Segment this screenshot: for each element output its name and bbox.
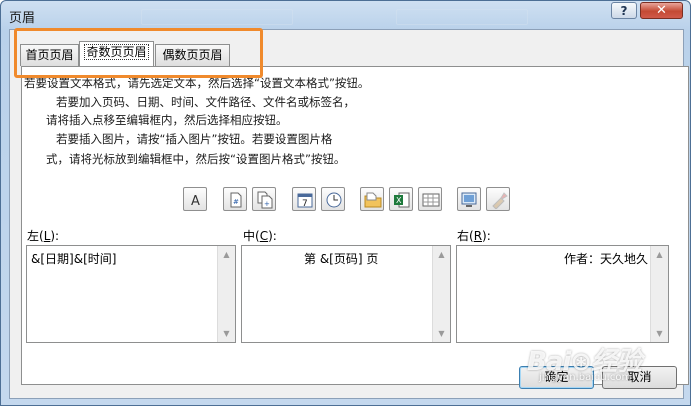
svg-text:+: + [264,200,270,208]
svg-text:7: 7 [302,199,308,209]
scroll-up-arrow[interactable]: ▲ [651,246,668,263]
insert-page-number-button[interactable]: # [223,187,247,211]
help-button[interactable]: ? [611,2,637,19]
instruction-line: 若要设置文本格式，请先选定文本，然后选择“设置文本格式”按钮。 [24,76,370,90]
title-bar: 页眉 ? ✕ [1,1,691,29]
close-button[interactable]: ✕ [640,2,683,19]
insert-file-name-icon: X [394,192,410,208]
right-section-editbox[interactable]: 作者：天久地久 ▲ ▼ [456,245,669,343]
insert-file-path-icon [364,192,382,208]
insert-time-icon [326,192,342,208]
tab-first-page-header[interactable]: 首页页眉 [20,44,79,66]
right-section-label: 右(R): [457,229,491,243]
instruction-line: 式，请将光标放到编辑框中，然后按“设置图片格式”按钮。 [46,152,346,166]
format-text-button[interactable]: A [183,187,207,211]
tab-label: 首页页眉 [25,48,74,62]
insert-page-count-button[interactable]: + [252,187,276,211]
svg-text:A: A [191,194,200,209]
format-text-icon: A [191,194,200,209]
insert-sheet-name-button[interactable] [418,187,442,211]
tab-odd-page-header[interactable]: 奇数页页眉 [79,41,154,66]
right-section-text: 作者：天久地久 [563,252,648,266]
format-picture-icon [492,192,508,209]
insert-sheet-name-icon [422,193,440,207]
format-picture-button[interactable] [486,187,510,211]
insert-page-number-icon: # [230,192,242,208]
insert-picture-button[interactable] [457,187,481,211]
insert-date-icon: 7 [297,193,313,209]
baidu-watermark-url: jingyan.baidu.com [539,372,632,383]
background-ghost [141,9,293,25]
scroll-down-arrow[interactable]: ▼ [218,325,235,342]
left-scrollbar[interactable]: ▲ ▼ [217,246,235,342]
window-title: 页眉 [9,11,36,26]
svg-text:#: # [233,198,239,206]
insert-file-path-button[interactable] [360,187,384,211]
insert-page-count-icon: + [257,191,273,209]
insert-date-button[interactable]: 7 [292,187,316,211]
tab-even-page-header[interactable]: 偶数页页眉 [155,44,230,66]
tab-label: 奇数页页眉 [84,44,149,60]
insert-file-name-button[interactable]: X [389,187,413,211]
right-scrollbar[interactable]: ▲ ▼ [650,246,668,342]
center-scrollbar[interactable]: ▲ ▼ [432,246,450,342]
insert-time-button[interactable] [321,187,345,211]
instruction-line: 请将插入点移至编辑框内，然后选择相应按钮。 [46,113,288,127]
scroll-down-arrow[interactable]: ▼ [433,325,450,342]
left-section-editbox[interactable]: &[日期]&[时间] ▲ ▼ [26,245,236,343]
tab-label: 偶数页页眉 [162,48,223,62]
left-section-text: &[日期]&[时间] [31,252,117,266]
center-section-text: 第 &[页码] 页 [304,252,379,266]
scroll-up-arrow[interactable]: ▲ [218,246,235,263]
insert-picture-icon [461,192,477,207]
center-section-label: 中(C): [243,229,277,243]
scroll-up-arrow[interactable]: ▲ [433,246,450,263]
scroll-down-arrow[interactable]: ▼ [651,325,668,342]
background-ghost [396,9,528,25]
instruction-line: 若要加入页码、日期、时间、文件路径、文件名或标签名， [56,95,355,109]
svg-text:X: X [396,196,402,205]
center-section-editbox[interactable]: 第 &[页码] 页 ▲ ▼ [241,245,451,343]
dialog-window: 页眉 ? ✕ 首页页眉 奇数页页眉 偶数页页眉 若要设置文本格式，请先选定文本，… [0,0,691,406]
instruction-line: 若要插入图片，请按“插入图片”按钮。若要设置图片格 [56,132,333,146]
left-section-label: 左(L): [27,229,60,243]
